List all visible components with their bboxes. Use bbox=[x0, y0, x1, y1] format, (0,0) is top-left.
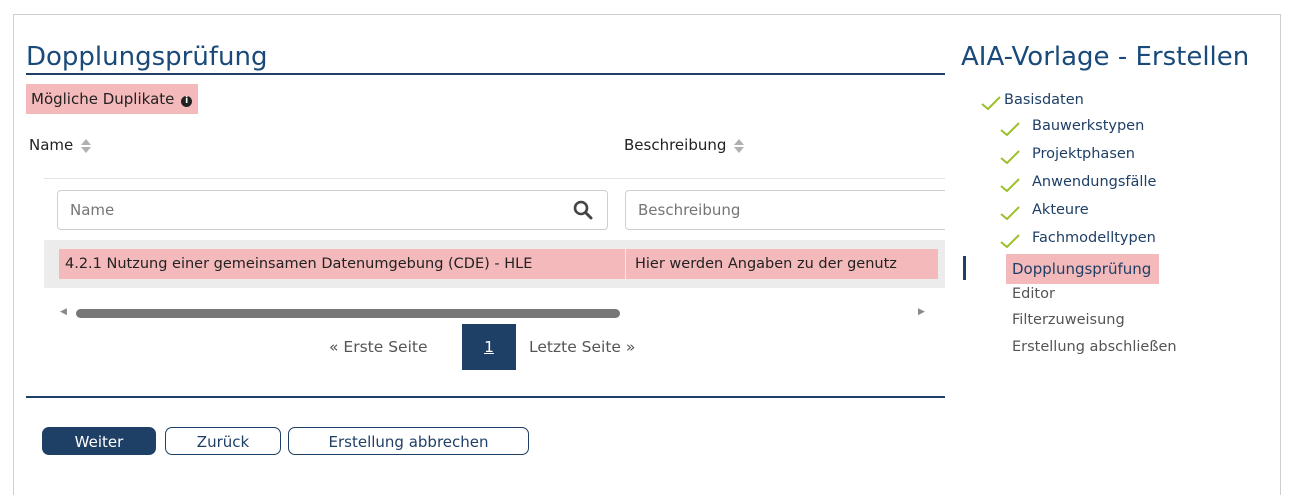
next-button[interactable]: Weiter bbox=[42, 427, 156, 455]
duplicates-heading: Mögliche Duplikate i bbox=[26, 84, 199, 114]
last-page-link[interactable]: Letzte Seite » bbox=[529, 324, 635, 370]
footer-divider bbox=[26, 396, 945, 398]
row-name-cell[interactable]: 4.2.1 Nutzung einer gemeinsamen Datenumg… bbox=[59, 249, 625, 279]
name-filter-input[interactable] bbox=[57, 190, 608, 230]
wizard-step-filterzuweisung[interactable]: Filterzuweisung bbox=[1012, 312, 1125, 328]
wizard-step-anwendungsfaelle[interactable]: Anwendungsfälle bbox=[1032, 174, 1156, 190]
duplicates-label: Mögliche Duplikate bbox=[31, 90, 175, 108]
horizontal-scrollbar[interactable] bbox=[76, 309, 620, 318]
active-step-indicator bbox=[963, 256, 966, 280]
check-icon bbox=[1000, 122, 1020, 136]
search-icon[interactable] bbox=[573, 200, 593, 220]
page-title: Dopplungsprüfung bbox=[26, 42, 268, 72]
wizard-step-editor[interactable]: Editor bbox=[1012, 286, 1055, 302]
wizard-title: AIA-Vorlage - Erstellen bbox=[961, 42, 1250, 72]
column-header-name-label: Name bbox=[29, 136, 74, 154]
wizard-step-akteure[interactable]: Akteure bbox=[1032, 202, 1089, 218]
row-description-cell[interactable]: Hier werden Angaben zu der genutz bbox=[626, 249, 938, 279]
first-page-link[interactable]: « Erste Seite bbox=[329, 324, 428, 370]
scroll-left-arrow[interactable]: ◀ bbox=[60, 307, 67, 317]
wizard-step-fachmodelltypen[interactable]: Fachmodelltypen bbox=[1032, 230, 1156, 246]
column-header-beschreibung[interactable]: Beschreibung bbox=[624, 136, 745, 154]
check-icon bbox=[1000, 206, 1020, 220]
title-divider bbox=[26, 73, 945, 75]
check-icon bbox=[1000, 150, 1020, 164]
wizard-step-bauwerkstypen[interactable]: Bauwerkstypen bbox=[1032, 118, 1144, 134]
wizard-step-erstellung-abschliessen[interactable]: Erstellung abschließen bbox=[1012, 339, 1177, 355]
current-page-button[interactable]: 1 bbox=[462, 324, 516, 370]
sort-icon bbox=[81, 138, 92, 153]
back-button[interactable]: Zurück bbox=[165, 427, 281, 455]
scroll-right-arrow[interactable]: ▶ bbox=[918, 307, 925, 317]
sort-icon bbox=[734, 138, 745, 153]
column-header-beschreibung-label: Beschreibung bbox=[624, 136, 727, 154]
check-icon bbox=[981, 96, 1001, 110]
check-icon bbox=[1000, 234, 1020, 248]
header-divider bbox=[44, 178, 945, 179]
cancel-creation-button[interactable]: Erstellung abbrechen bbox=[288, 427, 529, 455]
wizard-step-projektphasen[interactable]: Projektphasen bbox=[1032, 146, 1135, 162]
column-header-name[interactable]: Name bbox=[29, 136, 92, 154]
info-icon[interactable]: i bbox=[181, 96, 193, 107]
wizard-step-dopplungspruefung[interactable]: Dopplungsprüfung bbox=[1006, 254, 1160, 284]
wizard-step-basisdaten[interactable]: Basisdaten bbox=[1004, 92, 1084, 108]
beschreibung-filter-input[interactable] bbox=[625, 190, 945, 230]
check-icon bbox=[1000, 178, 1020, 192]
